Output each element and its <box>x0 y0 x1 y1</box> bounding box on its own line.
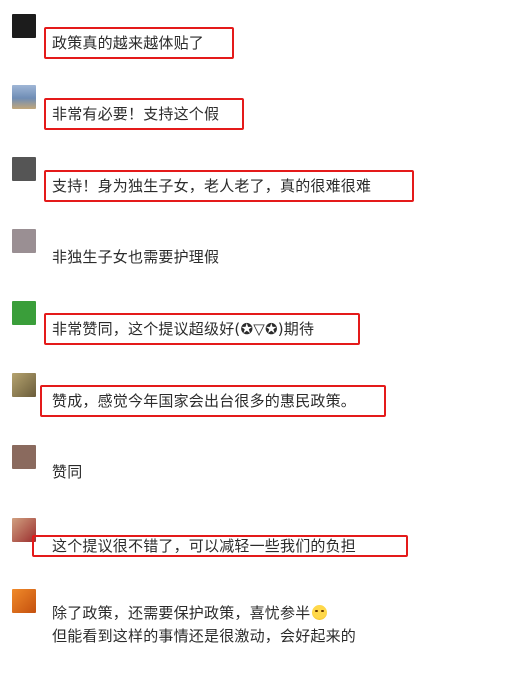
avatar[interactable] <box>12 589 36 613</box>
avatar[interactable] <box>12 301 36 325</box>
comment-text: 赞同 <box>52 463 83 481</box>
avatar[interactable] <box>12 373 36 397</box>
comment-text: 非独生子女也需要护理假 <box>52 248 220 266</box>
comment-text: 支持！身为独生子女，老人老了，真的很难很难 <box>52 177 372 195</box>
avatar[interactable] <box>12 14 36 38</box>
comment-text-line: 除了政策，还需要保护政策，喜忧参半 <box>52 604 311 622</box>
comment-text: 非常赞同，这个提议超级好(✪▽✪)期待 <box>52 320 315 338</box>
avatar[interactable] <box>12 445 36 469</box>
comment-text: 这个提议很不错了，可以减轻一些我们的负担 <box>52 537 357 555</box>
crying-laughing-emoji-icon <box>312 605 328 620</box>
avatar[interactable] <box>12 157 36 181</box>
comment-text-line2: 但能看到这样的事情还是很激动，会好起来的 <box>52 627 357 645</box>
comment-text: 非常有必要！支持这个假 <box>52 105 220 123</box>
avatar[interactable] <box>12 85 36 109</box>
avatar[interactable] <box>12 229 36 253</box>
comment-text: 赞成，感觉今年国家会出台很多的惠民政策。 <box>52 392 357 410</box>
comment-text: 除了政策，还需要保护政策，喜忧参半 <box>52 603 328 623</box>
comment-text: 政策真的越来越体贴了 <box>52 34 205 52</box>
